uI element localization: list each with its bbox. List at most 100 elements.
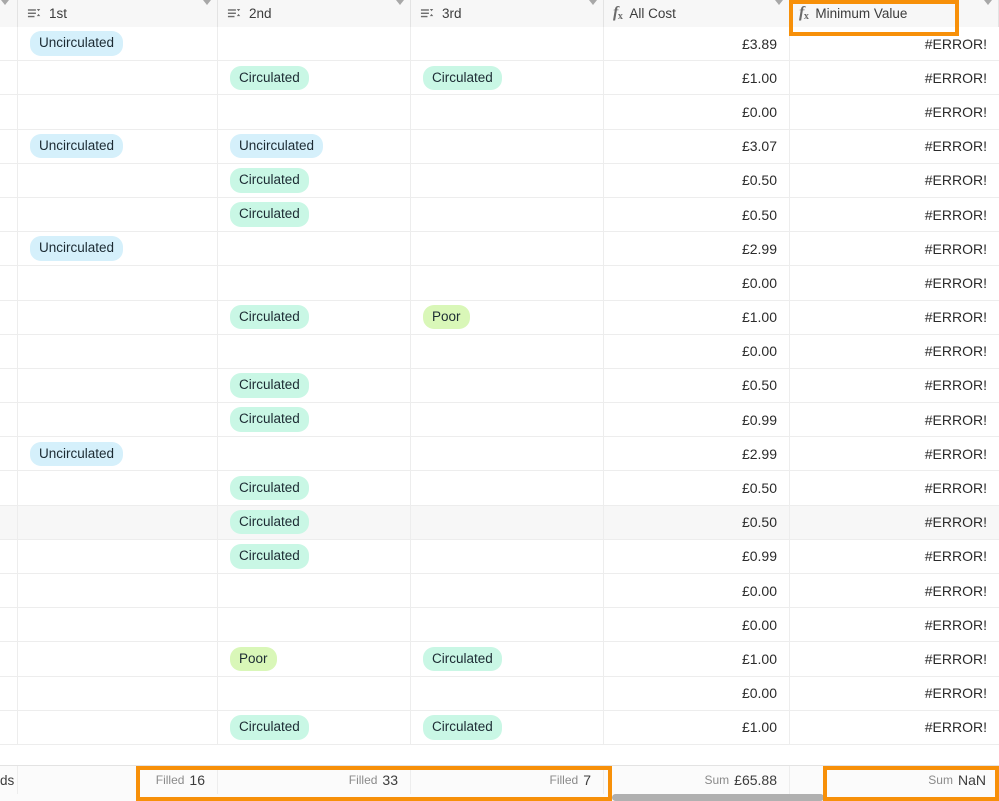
cell-third[interactable] — [411, 368, 604, 403]
cell-allcost[interactable]: £0.50 — [604, 368, 790, 403]
cell-third[interactable] — [411, 471, 604, 505]
cell-allcost[interactable]: £1.00 — [604, 642, 790, 676]
cell-first[interactable]: Uncirculated — [18, 27, 218, 61]
horizontal-scrollbar-thumb[interactable] — [612, 794, 824, 801]
cell-allcost[interactable]: £0.00 — [604, 334, 790, 368]
cell-first[interactable]: Uncirculated — [18, 437, 218, 471]
cell-first[interactable] — [18, 197, 218, 232]
table-row[interactable]: Circulated £0.50 #ERROR! — [0, 163, 999, 198]
cell-allcost[interactable]: £1.00 — [604, 710, 790, 744]
table-row[interactable]: £0.00 #ERROR! — [0, 334, 999, 369]
cell-second[interactable] — [218, 608, 411, 642]
cell-third[interactable] — [411, 403, 604, 437]
cell-minval[interactable]: #ERROR! — [790, 301, 999, 334]
column-header-minval[interactable]: fx Minimum Value — [790, 0, 999, 27]
cell-minval[interactable]: #ERROR! — [790, 506, 999, 539]
cell-second[interactable] — [218, 437, 411, 471]
cell-second[interactable]: Circulated — [218, 300, 411, 334]
column-header-second[interactable]: 2nd — [218, 0, 411, 27]
chevron-down-icon[interactable] — [775, 0, 783, 23]
cell-minval[interactable]: #ERROR! — [790, 574, 999, 607]
footer-summary-first[interactable]: Filled 16 — [18, 766, 218, 794]
cell-third[interactable] — [411, 163, 604, 197]
cell-allcost[interactable]: £0.00 — [604, 574, 790, 608]
table-row[interactable]: £0.00 #ERROR! — [0, 266, 999, 301]
cell-third[interactable] — [411, 129, 604, 163]
cell-allcost[interactable]: £0.00 — [604, 266, 790, 300]
cell-third[interactable] — [411, 437, 604, 471]
cell-allcost[interactable]: £0.00 — [604, 676, 790, 710]
cell-first[interactable] — [18, 368, 218, 403]
cell-third[interactable]: Circulated — [411, 710, 604, 744]
table-row[interactable]: Circulated Poor £1.00 #ERROR! — [0, 300, 999, 335]
cell-second[interactable]: Circulated — [218, 505, 411, 539]
column-header-third[interactable]: 3rd — [411, 0, 604, 27]
cell-third[interactable] — [411, 27, 604, 61]
cell-minval[interactable]: #ERROR! — [790, 369, 999, 402]
column-header-first[interactable]: 1st — [18, 0, 218, 27]
cell-minval[interactable]: #ERROR! — [790, 437, 999, 470]
table-row[interactable]: Circulated £0.50 #ERROR! — [0, 505, 999, 540]
cell-allcost[interactable]: £3.89 — [604, 27, 790, 61]
horizontal-scrollbar-track[interactable] — [0, 793, 999, 801]
cell-minval[interactable]: #ERROR! — [790, 608, 999, 641]
table-row[interactable]: Circulated £0.50 #ERROR! — [0, 197, 999, 233]
cell-allcost[interactable]: £3.07 — [604, 129, 790, 163]
table-row[interactable]: Circulated £0.99 #ERROR! — [0, 403, 999, 438]
cell-minval[interactable]: #ERROR! — [790, 266, 999, 299]
cell-first[interactable] — [18, 334, 218, 368]
chevron-down-icon[interactable] — [984, 0, 992, 23]
cell-second[interactable]: Circulated — [218, 710, 411, 744]
cell-minval[interactable]: #ERROR! — [790, 198, 999, 231]
cell-third[interactable]: Poor — [411, 300, 604, 334]
table-row[interactable]: Uncirculated Uncirculated £3.07 #ERROR! — [0, 129, 999, 164]
cell-minval[interactable]: #ERROR! — [790, 95, 999, 128]
table-row[interactable]: Uncirculated £2.99 #ERROR! — [0, 232, 999, 267]
cell-minval[interactable]: #ERROR! — [790, 61, 999, 94]
cell-minval[interactable]: #ERROR! — [790, 540, 999, 573]
cell-second[interactable] — [218, 266, 411, 300]
column-header-allcost[interactable]: fx All Cost — [604, 0, 790, 27]
cell-first[interactable] — [18, 266, 218, 300]
table-row[interactable]: Poor Circulated £1.00 #ERROR! — [0, 642, 999, 677]
cell-second[interactable] — [218, 95, 411, 129]
cell-second[interactable]: Circulated — [218, 163, 411, 197]
grid-body[interactable]: Uncirculated £3.89 #ERROR! Circulated Circul… — [0, 27, 999, 765]
footer-summary-third[interactable]: Filled 7 — [411, 766, 604, 794]
cell-minval[interactable]: #ERROR! — [790, 232, 999, 265]
cell-allcost[interactable]: £0.50 — [604, 471, 790, 505]
cell-allcost[interactable]: £0.99 — [604, 403, 790, 437]
table-row[interactable]: Circulated £0.50 #ERROR! — [0, 471, 999, 506]
cell-third[interactable]: Circulated — [411, 642, 604, 676]
cell-third[interactable] — [411, 539, 604, 573]
cell-allcost[interactable]: £0.50 — [604, 505, 790, 539]
cell-minval[interactable]: #ERROR! — [790, 642, 999, 675]
cell-third[interactable] — [411, 676, 604, 710]
cell-third[interactable] — [411, 197, 604, 232]
table-row[interactable]: £0.00 #ERROR! — [0, 676, 999, 711]
cell-second[interactable] — [218, 27, 411, 61]
table-row[interactable]: Circulated Circulated £1.00 #ERROR! — [0, 61, 999, 96]
footer-summary-minval[interactable]: Sum NaN — [790, 766, 999, 794]
chevron-down-icon[interactable] — [396, 0, 404, 23]
cell-second[interactable] — [218, 574, 411, 608]
cell-first[interactable]: Uncirculated — [18, 232, 218, 266]
row-gutter-header[interactable] — [0, 0, 18, 27]
cell-allcost[interactable]: £0.00 — [604, 608, 790, 642]
cell-minval[interactable]: #ERROR! — [790, 403, 999, 436]
cell-first[interactable] — [18, 539, 218, 573]
cell-allcost[interactable]: £0.99 — [604, 539, 790, 573]
cell-second[interactable]: Circulated — [218, 471, 411, 505]
cell-second[interactable]: Circulated — [218, 539, 411, 573]
cell-first[interactable] — [18, 61, 218, 95]
table-row[interactable]: £0.00 #ERROR! — [0, 608, 999, 643]
table-row[interactable]: Uncirculated £3.89 #ERROR! — [0, 27, 999, 62]
cell-third[interactable] — [411, 574, 604, 608]
footer-summary-allcost[interactable]: Sum £65.88 — [604, 766, 790, 794]
cell-third[interactable] — [411, 95, 604, 129]
cell-second[interactable]: Circulated — [218, 368, 411, 403]
cell-second[interactable]: Poor — [218, 642, 411, 676]
cell-third[interactable] — [411, 334, 604, 368]
cell-first[interactable] — [18, 608, 218, 642]
cell-allcost[interactable]: £1.00 — [604, 300, 790, 334]
